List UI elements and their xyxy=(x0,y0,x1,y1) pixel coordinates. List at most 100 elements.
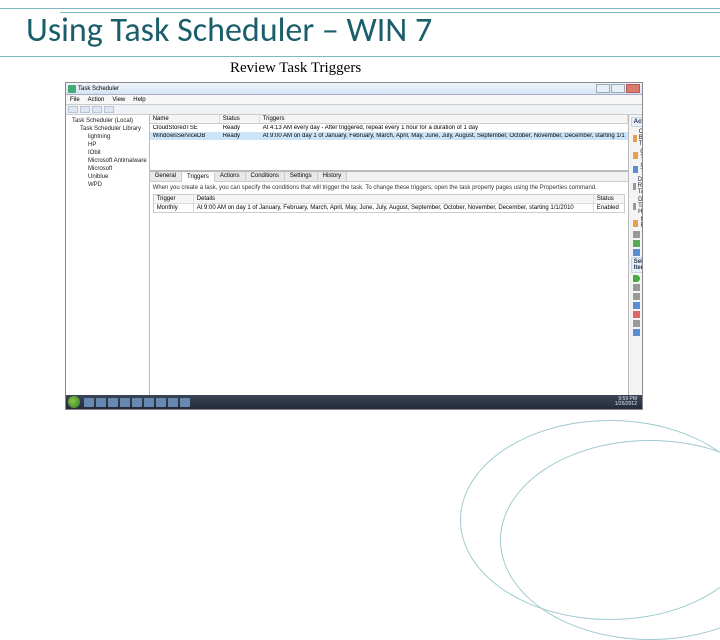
play-icon xyxy=(633,275,640,282)
tree-folder[interactable]: Microsoft Antimalware xyxy=(68,157,147,165)
task-name: CloudStoredTSE xyxy=(150,125,220,131)
taskbar-app-icon[interactable] xyxy=(144,398,154,407)
properties-icon xyxy=(633,320,640,327)
action-label: Create Task... xyxy=(640,149,642,161)
taskbar-app-icon[interactable] xyxy=(168,398,178,407)
action-display-running[interactable]: Display All Running Tasks... xyxy=(631,176,642,196)
close-icon xyxy=(633,311,640,318)
tree-folder[interactable]: Microsoft xyxy=(68,165,147,173)
tree-root[interactable]: Task Scheduler (Local) xyxy=(68,117,147,125)
system-tray-clock[interactable]: 9:59 PM 1/26/2012 xyxy=(612,397,640,407)
action-disable-history[interactable]: Disable All Tasks History xyxy=(631,196,642,216)
action-create-basic[interactable]: Create Basic Task... xyxy=(631,128,642,148)
menu-view[interactable]: View xyxy=(112,97,125,103)
toolbar-up-icon[interactable] xyxy=(92,106,102,113)
folder-icon xyxy=(633,220,639,227)
tab-history[interactable]: History xyxy=(318,172,348,181)
maximize-button[interactable] xyxy=(611,84,625,93)
action-help[interactable]: Help xyxy=(631,248,642,257)
task-triggers: At 9:00 AM on day 1 of January, February… xyxy=(260,133,628,139)
col-triggers[interactable]: Triggers xyxy=(260,115,628,123)
action-new-folder[interactable]: New Folder... xyxy=(631,216,642,230)
action-disable[interactable]: Disable xyxy=(631,292,642,301)
taskbar-app-icon[interactable] xyxy=(96,398,106,407)
refresh-icon xyxy=(633,240,640,247)
taskbar-app-icon[interactable] xyxy=(84,398,94,407)
action-run[interactable]: Run xyxy=(631,274,642,283)
taskbar-app-icon[interactable] xyxy=(132,398,142,407)
action-create-task[interactable]: Create Task... xyxy=(631,148,642,162)
actions-header: Actions xyxy=(631,117,642,127)
toolbar-refresh-icon[interactable] xyxy=(104,106,114,113)
tree-folder[interactable]: lightning xyxy=(68,133,147,141)
taskbar-app-icon[interactable] xyxy=(156,398,166,407)
slide-title: Using Task Scheduler – WIN 7 xyxy=(26,10,432,51)
taskbar-app-icon[interactable] xyxy=(180,398,190,407)
task-triggers: At 4:13 AM every day - After triggered, … xyxy=(260,125,628,131)
action-import[interactable]: Import Task... xyxy=(631,162,642,176)
content-area: Name Status Triggers CloudStoredTSE Read… xyxy=(150,115,628,409)
toolbar-forward-icon[interactable] xyxy=(80,106,90,113)
slide-subtitle: Review Task Triggers xyxy=(230,60,361,77)
navigation-tree[interactable]: Task Scheduler (Local) Task Scheduler Li… xyxy=(66,115,150,409)
menu-help[interactable]: Help xyxy=(133,97,145,103)
th-trigger[interactable]: Trigger xyxy=(154,195,194,203)
task-list-header: Name Status Triggers xyxy=(150,115,628,124)
tree-folder[interactable]: HP xyxy=(68,141,147,149)
view-icon xyxy=(633,231,640,238)
menu-bar: File Action View Help xyxy=(66,95,642,105)
tree-folder[interactable]: Uniblue xyxy=(68,173,147,181)
tab-conditions[interactable]: Conditions xyxy=(246,172,285,181)
tab-body: When you create a task, you can specify … xyxy=(150,182,628,409)
action-refresh[interactable]: Refresh xyxy=(631,239,642,248)
th-status[interactable]: Status xyxy=(594,195,624,203)
th-details[interactable]: Details xyxy=(194,195,594,203)
col-name[interactable]: Name xyxy=(150,115,220,123)
close-button[interactable] xyxy=(626,84,640,93)
tree-folder[interactable]: IObit xyxy=(68,149,147,157)
task-status: Ready xyxy=(220,133,260,139)
trigger-row[interactable]: Monthly At 9:00 AM on day 1 of January, … xyxy=(154,204,624,212)
trigger-details: At 9:00 AM on day 1 of January, February… xyxy=(194,204,594,212)
actions-pane: Actions Create Basic Task... Create Task… xyxy=(628,115,642,409)
task-row[interactable]: WindowsServiceDB Ready At 9:00 AM on day… xyxy=(150,132,628,140)
triggers-table: Trigger Details Status Monthly At 9:00 A… xyxy=(153,194,625,213)
windows-taskbar: 9:59 PM 1/26/2012 xyxy=(66,395,642,409)
action-help2[interactable]: Help xyxy=(631,328,642,337)
tab-actions[interactable]: Actions xyxy=(215,172,246,181)
action-end[interactable]: End xyxy=(631,283,642,292)
menu-file[interactable]: File xyxy=(70,97,80,103)
task-status: Ready xyxy=(220,125,260,131)
task-scheduler-window: Task Scheduler File Action View Help Tas… xyxy=(65,82,643,410)
tab-general[interactable]: General xyxy=(150,172,182,181)
menu-action[interactable]: Action xyxy=(88,97,105,103)
tree-library[interactable]: Task Scheduler Library xyxy=(68,125,147,133)
tab-triggers[interactable]: Triggers xyxy=(182,173,215,182)
window-titlebar: Task Scheduler xyxy=(66,83,642,95)
task-list: Name Status Triggers CloudStoredTSE Read… xyxy=(150,115,628,171)
task-details-tabs: General Triggers Actions Conditions Sett… xyxy=(150,171,628,409)
decorative-line xyxy=(0,56,720,57)
minimize-button[interactable] xyxy=(596,84,610,93)
import-icon xyxy=(633,166,639,173)
task-row[interactable]: CloudStoredTSE Ready At 4:13 AM every da… xyxy=(150,124,628,132)
app-icon xyxy=(68,85,76,93)
export-icon xyxy=(633,302,640,309)
action-delete[interactable]: Delete xyxy=(631,319,642,328)
help-icon xyxy=(633,249,640,256)
taskbar-app-icon[interactable] xyxy=(108,398,118,407)
trigger-type: Monthly xyxy=(154,204,194,212)
tree-folder[interactable]: WPD xyxy=(68,181,147,189)
action-export[interactable]: Export... xyxy=(631,301,642,310)
start-button[interactable] xyxy=(68,396,80,408)
col-status[interactable]: Status xyxy=(220,115,260,123)
window-title: Task Scheduler xyxy=(78,86,119,92)
triggers-description: When you create a task, you can specify … xyxy=(153,185,625,191)
taskbar-app-icon[interactable] xyxy=(120,398,130,407)
action-view[interactable]: View xyxy=(631,230,642,239)
toolbar-back-icon[interactable] xyxy=(68,106,78,113)
tab-settings[interactable]: Settings xyxy=(285,172,318,181)
action-properties[interactable]: Properties xyxy=(631,310,642,319)
list-icon xyxy=(633,183,636,190)
action-label: Import Task... xyxy=(640,163,642,175)
